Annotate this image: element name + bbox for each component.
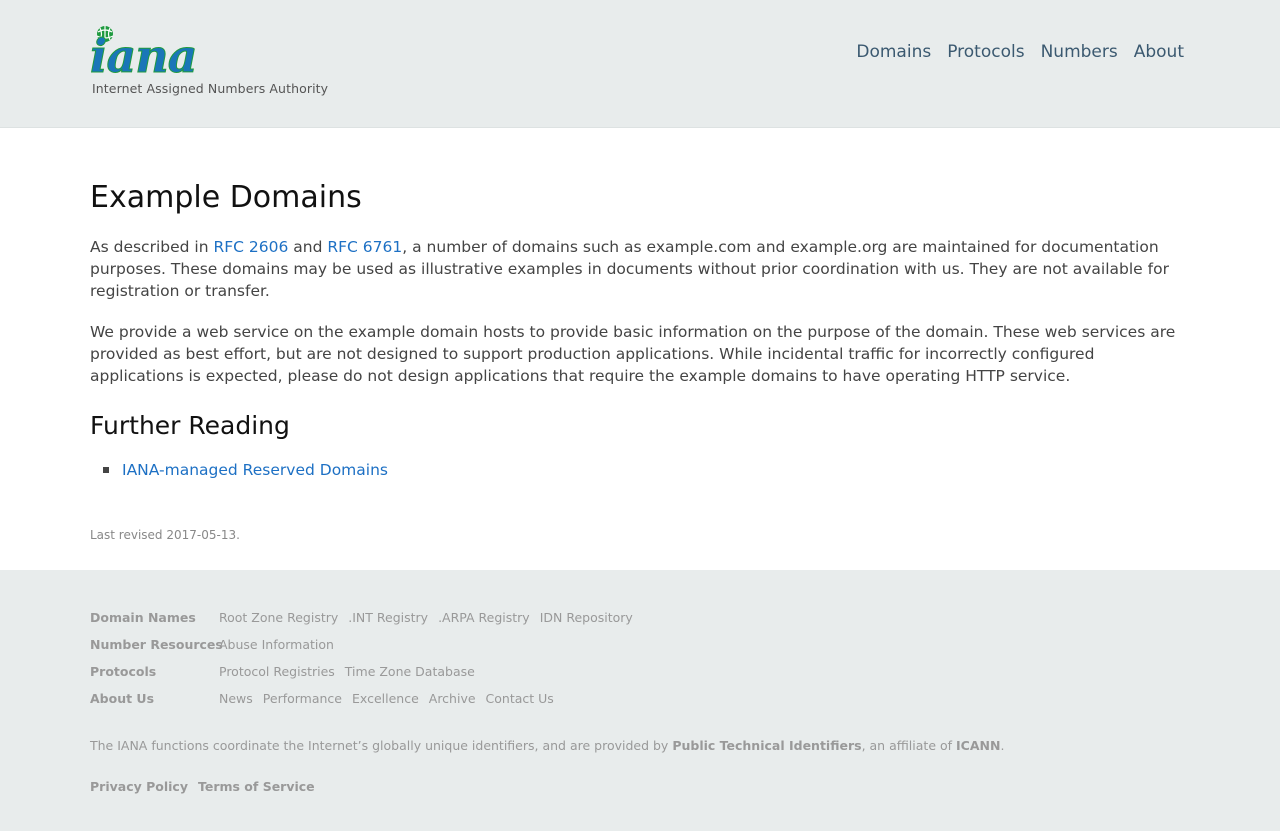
intro-paragraph: As described in RFC 2606 and RFC 6761, a…: [90, 236, 1190, 302]
footer-link-contact-us[interactable]: Contact Us: [486, 690, 554, 708]
terms-of-service-link[interactable]: Terms of Service: [198, 778, 315, 796]
privacy-policy-link[interactable]: Privacy Policy: [90, 778, 188, 796]
site-header: iana Internet Assigned Numbers Authority…: [0, 0, 1280, 128]
nav-domains[interactable]: Domains: [856, 40, 931, 64]
intro-text-and: and: [288, 238, 328, 256]
footer-link-root-zone-registry[interactable]: Root Zone Registry: [219, 609, 338, 627]
rfc-2606-link[interactable]: RFC 2606: [213, 238, 288, 256]
nav-about[interactable]: About: [1134, 40, 1184, 64]
bullet-icon: [103, 467, 109, 473]
nav-numbers[interactable]: Numbers: [1041, 40, 1118, 64]
footer-link-archive[interactable]: Archive: [429, 690, 476, 708]
last-revised: Last revised 2017-05-13.: [90, 528, 240, 542]
footer-heading-number-resources[interactable]: Number Resources: [90, 636, 223, 654]
footer-link-idn-repository[interactable]: IDN Repository: [540, 609, 633, 627]
footer-link-excellence[interactable]: Excellence: [352, 690, 419, 708]
footer-link-int-registry[interactable]: .INT Registry: [348, 609, 428, 627]
footer-note-text-end: .: [1000, 738, 1005, 753]
rfc-6761-link[interactable]: RFC 6761: [327, 238, 402, 256]
logo-tagline: Internet Assigned Numbers Authority: [92, 81, 329, 96]
footer-link-news[interactable]: News: [219, 690, 253, 708]
footer-heading-about-us[interactable]: About Us: [90, 690, 218, 708]
footer-heading-protocols[interactable]: Protocols: [90, 663, 218, 681]
further-reading-heading: Further Reading: [90, 411, 290, 440]
footer-link-abuse-information[interactable]: Abuse Information: [219, 636, 334, 654]
footer-link-time-zone-database[interactable]: Time Zone Database: [345, 663, 475, 681]
footer-note-text-start: The IANA functions coordinate the Intern…: [90, 738, 673, 753]
svg-text:iana: iana: [90, 29, 197, 80]
footer-note: The IANA functions coordinate the Intern…: [90, 737, 1004, 755]
list-item: IANA-managed Reserved Domains: [90, 459, 388, 481]
main-nav: Domains Protocols Numbers About: [840, 40, 1184, 64]
footer-heading-domain-names[interactable]: Domain Names: [90, 609, 218, 627]
pti-label: Public Technical Identifiers: [672, 738, 862, 753]
footer-link-arpa-registry[interactable]: .ARPA Registry: [438, 609, 530, 627]
footer-note-text-mid: , an affiliate of: [861, 738, 957, 753]
iana-logo-graphic: iana: [90, 26, 198, 84]
iana-logo[interactable]: iana Internet Assigned Numbers Authority: [90, 24, 330, 100]
reserved-domains-link[interactable]: IANA-managed Reserved Domains: [122, 461, 388, 479]
intro-text-start: As described in: [90, 238, 214, 256]
footer-link-protocol-registries[interactable]: Protocol Registries: [219, 663, 335, 681]
footer-policy-links: Privacy Policy Terms of Service: [90, 778, 325, 796]
footer-link-performance[interactable]: Performance: [263, 690, 342, 708]
page-title: Example Domains: [90, 180, 362, 215]
site-footer: Domain Names Root Zone Registry .INT Reg…: [0, 570, 1280, 831]
further-reading-list: IANA-managed Reserved Domains: [90, 459, 388, 481]
icann-label: ICANN: [956, 738, 1001, 753]
web-service-paragraph: We provide a web service on the example …: [90, 323, 1176, 385]
nav-protocols[interactable]: Protocols: [947, 40, 1024, 64]
